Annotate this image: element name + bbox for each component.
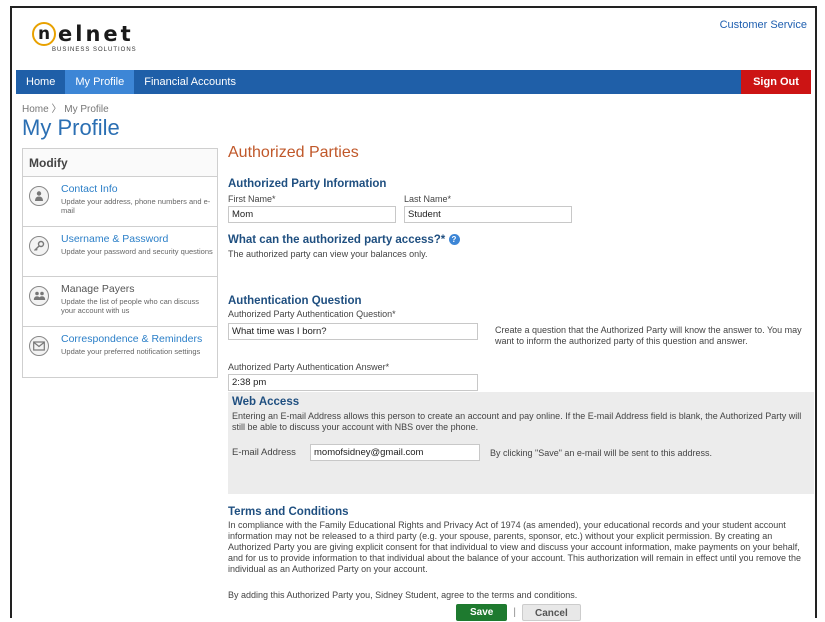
access-title: What can the authorized party access?* ? [228,234,460,246]
logo-wordmark: n elnet [32,22,137,46]
main-nav: Home My Profile Financial Accounts Sign … [16,70,811,94]
sidebar-item-desc: Update your address, phone numbers and e… [61,197,211,215]
access-description: The authorized party can view your balan… [228,249,428,259]
envelope-icon [29,336,49,356]
breadcrumb-separator: 〉 [51,104,62,115]
auth-question-hint: Create a question that the Authorized Pa… [495,325,802,346]
first-name-input[interactable]: Mom [228,206,396,223]
terms-body: In compliance with the Family Educationa… [228,520,801,574]
nav-financial-accounts[interactable]: Financial Accounts [134,70,246,94]
people-icon [29,286,49,306]
party-info-title: Authorized Party Information [228,178,387,190]
person-icon [29,186,49,206]
sidebar-item-title: Contact Info [61,183,118,195]
help-icon[interactable]: ? [448,234,460,246]
sidebar-item-desc: Update your preferred notification setti… [61,347,201,356]
form-actions: Save | Cancel [456,604,581,621]
web-access-title: Web Access [232,396,300,408]
sidebar-item-contact-info[interactable]: Contact Info Update your address, phone … [23,177,217,227]
authorized-parties-heading: Authorized Parties [228,144,359,161]
auth-answer-input[interactable]: 2:38 pm [228,374,478,391]
terms-agree: By adding this Authorized Party you, Sid… [228,590,578,600]
page-inner: n elnet BUSINESS SOLUTIONS Customer Serv… [16,8,814,621]
first-name-label: First Name* [228,194,276,204]
email-hint: By clicking "Save" an e-mail will be sen… [490,448,712,458]
sidebar-item-manage-payers[interactable]: Manage Payers Update the list of people … [23,277,217,327]
nelnet-logo[interactable]: n elnet BUSINESS SOLUTIONS [32,22,137,53]
save-button[interactable]: Save [456,604,508,621]
sidebar-item-title: Username & Password [61,233,169,245]
sidebar-item-title: Correspondence & Reminders [61,333,203,345]
last-name-input[interactable]: Student [404,206,572,223]
cancel-button[interactable]: Cancel [521,604,581,621]
nav-home[interactable]: Home [16,70,65,94]
breadcrumb-home[interactable]: Home [22,104,49,115]
key-icon [29,236,49,256]
auth-question-label: Authorized Party Authentication Question… [228,309,396,319]
logo-text: elnet [58,22,134,46]
nav-my-profile[interactable]: My Profile [65,70,135,94]
auth-question-input[interactable]: What time was I born? [228,323,478,340]
page-frame: n elnet BUSINESS SOLUTIONS Customer Serv… [10,6,817,621]
sidebar-heading: Modify [23,149,217,177]
web-access-section: Web Access Entering an E-mail Address al… [228,392,814,494]
sidebar-item-title: Manage Payers [61,283,135,295]
sign-out-button[interactable]: Sign Out [741,70,811,94]
auth-answer-label: Authorized Party Authentication Answer* [228,362,390,372]
email-label: E-mail Address [232,447,296,458]
breadcrumb: Home 〉 My Profile [22,100,109,115]
breadcrumb-current: My Profile [64,104,109,115]
sidebar-item-desc: Update your password and security questi… [61,247,213,256]
sidebar: Modify Contact Info Update your address,… [22,148,218,378]
sidebar-item-username-password[interactable]: Username & Password Update your password… [23,227,217,277]
sidebar-item-desc: Update the list of people who can discus… [61,297,199,315]
access-title-text: What can the authorized party access?* [228,234,446,246]
header: n elnet BUSINESS SOLUTIONS Customer Serv… [16,8,811,70]
auth-question-title: Authentication Question [228,295,362,307]
web-access-description: Entering an E-mail Address allows this p… [232,411,802,432]
email-input[interactable]: momofsidney@gmail.com [310,444,480,461]
logo-subtitle: BUSINESS SOLUTIONS [52,47,137,53]
logo-n-circle: n [32,22,56,46]
button-separator: | [513,607,516,618]
terms-title: Terms and Conditions [228,506,349,518]
page-title: My Profile [22,115,120,140]
main-content: Authorized Parties Authorized Party Info… [228,144,814,621]
customer-service-link[interactable]: Customer Service [720,19,807,31]
sidebar-item-correspondence[interactable]: Correspondence & Reminders Update your p… [23,327,217,377]
last-name-label: Last Name* [404,194,452,204]
